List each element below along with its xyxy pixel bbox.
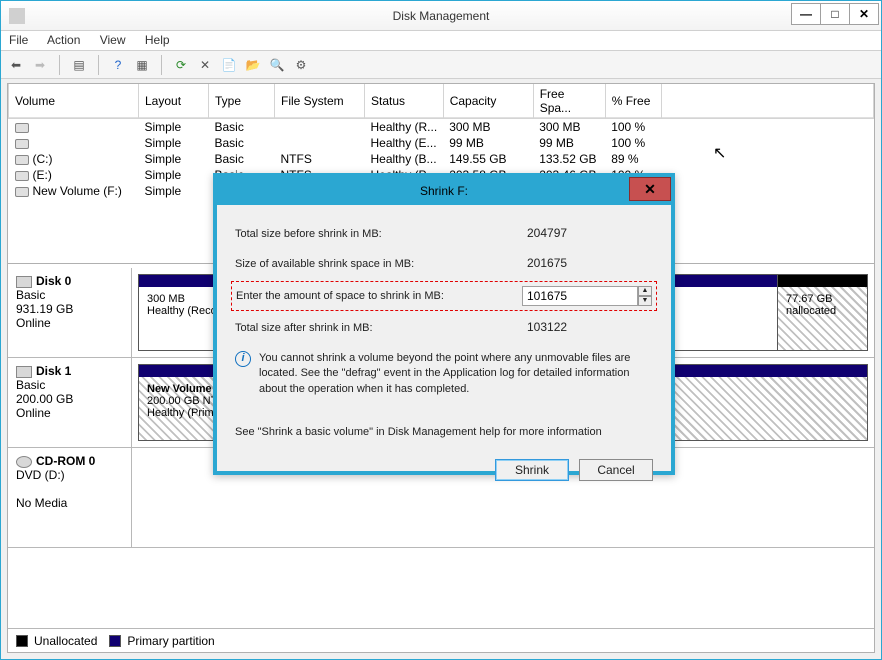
partition-unallocated[interactable]: 77.67 GB nallocated	[778, 274, 868, 351]
total-before-label: Total size before shrink in MB:	[235, 228, 523, 240]
col-fs[interactable]: File System	[275, 84, 365, 119]
spinner-down-icon[interactable]: ▼	[638, 296, 652, 306]
menu-help[interactable]: Help	[145, 33, 170, 47]
info-icon: i	[235, 351, 251, 367]
volume-icon	[15, 155, 29, 165]
enter-amount-label: Enter the amount of space to shrink in M…	[236, 290, 522, 302]
view-icon[interactable]: ▦	[133, 56, 151, 74]
open-icon[interactable]: 📂	[244, 56, 262, 74]
volume-icon	[15, 187, 29, 197]
cursor-icon: ↖	[713, 143, 726, 163]
col-layout[interactable]: Layout	[139, 84, 209, 119]
legend: Unallocated Primary partition	[8, 628, 874, 652]
col-free[interactable]: Free Spa...	[533, 84, 605, 119]
shrink-amount-input[interactable]	[522, 286, 638, 306]
window-title: Disk Management	[1, 9, 881, 23]
volume-icon	[15, 171, 29, 181]
search-icon[interactable]: 🔍	[268, 56, 286, 74]
disk-icon	[16, 276, 32, 288]
total-before-value: 204797	[523, 224, 653, 244]
close-button[interactable]: ✕	[849, 3, 879, 25]
col-capacity[interactable]: Capacity	[443, 84, 533, 119]
cancel-button[interactable]: Cancel	[579, 459, 653, 481]
refresh-icon[interactable]: ⟳	[172, 56, 190, 74]
help-icon[interactable]: ?	[109, 56, 127, 74]
menubar: File Action View Help	[1, 31, 881, 51]
menu-action[interactable]: Action	[47, 33, 80, 47]
dialog-close-button[interactable]: ✕	[629, 177, 671, 201]
spinner-up-icon[interactable]: ▲	[638, 286, 652, 296]
disk-management-window: Disk Management — □ ✕ File Action View H…	[0, 0, 882, 660]
disk-icon	[16, 366, 32, 378]
legend-unallocated: Unallocated	[34, 634, 97, 648]
available-value: 201675	[523, 254, 653, 274]
col-spacer	[661, 84, 873, 119]
shrink-dialog: Shrink F: ✕ Total size before shrink in …	[213, 173, 675, 475]
dialog-title: Shrink F:	[217, 177, 671, 205]
volume-icon	[15, 123, 29, 133]
table-row[interactable]: SimpleBasicHealthy (R...300 MB300 MB100 …	[9, 119, 874, 136]
back-icon[interactable]: ⬅	[7, 56, 25, 74]
delete-icon[interactable]: ✕	[196, 56, 214, 74]
toolbar: ⬅ ➡ ▤ ? ▦ ⟳ ✕ 📄 📂 🔍 ⚙	[1, 51, 881, 79]
legend-swatch-unallocated	[16, 635, 28, 647]
cdrom-label[interactable]: CD-ROM 0 DVD (D:) No Media	[8, 448, 132, 547]
minimize-button[interactable]: —	[791, 3, 821, 25]
col-volume[interactable]: Volume	[9, 84, 139, 119]
col-status[interactable]: Status	[365, 84, 444, 119]
properties-icon[interactable]: 📄	[220, 56, 238, 74]
dialog-note: You cannot shrink a volume beyond the po…	[259, 351, 653, 397]
disk-0-label[interactable]: Disk 0 Basic 931.19 GB Online	[8, 268, 132, 357]
maximize-button[interactable]: □	[820, 3, 850, 25]
disk-1-label[interactable]: Disk 1 Basic 200.00 GB Online	[8, 358, 132, 447]
settings-icon[interactable]: ⚙	[292, 56, 310, 74]
col-pct[interactable]: % Free	[605, 84, 661, 119]
total-after-label: Total size after shrink in MB:	[235, 322, 523, 334]
legend-primary: Primary partition	[127, 634, 214, 648]
volume-icon	[15, 139, 29, 149]
titlebar: Disk Management — □ ✕	[1, 1, 881, 31]
table-row[interactable]: SimpleBasicHealthy (E...99 MB99 MB100 %	[9, 135, 874, 151]
shrink-button[interactable]: Shrink	[495, 459, 569, 481]
shrink-input-row: Enter the amount of space to shrink in M…	[231, 281, 657, 311]
legend-swatch-primary	[109, 635, 121, 647]
menu-view[interactable]: View	[100, 33, 126, 47]
window-buttons: — □ ✕	[792, 3, 879, 25]
total-after-value: 103122	[523, 318, 653, 338]
available-label: Size of available shrink space in MB:	[235, 258, 523, 270]
col-type[interactable]: Type	[209, 84, 275, 119]
forward-icon[interactable]: ➡	[31, 56, 49, 74]
dialog-help-note: See "Shrink a basic volume" in Disk Mana…	[235, 425, 653, 440]
dialog-titlebar: Shrink F: ✕	[217, 177, 671, 205]
show-hide-icon[interactable]: ▤	[70, 56, 88, 74]
table-row[interactable]: (C:)SimpleBasicNTFSHealthy (B...149.55 G…	[9, 151, 874, 167]
menu-file[interactable]: File	[9, 33, 28, 47]
cd-icon	[16, 456, 32, 468]
